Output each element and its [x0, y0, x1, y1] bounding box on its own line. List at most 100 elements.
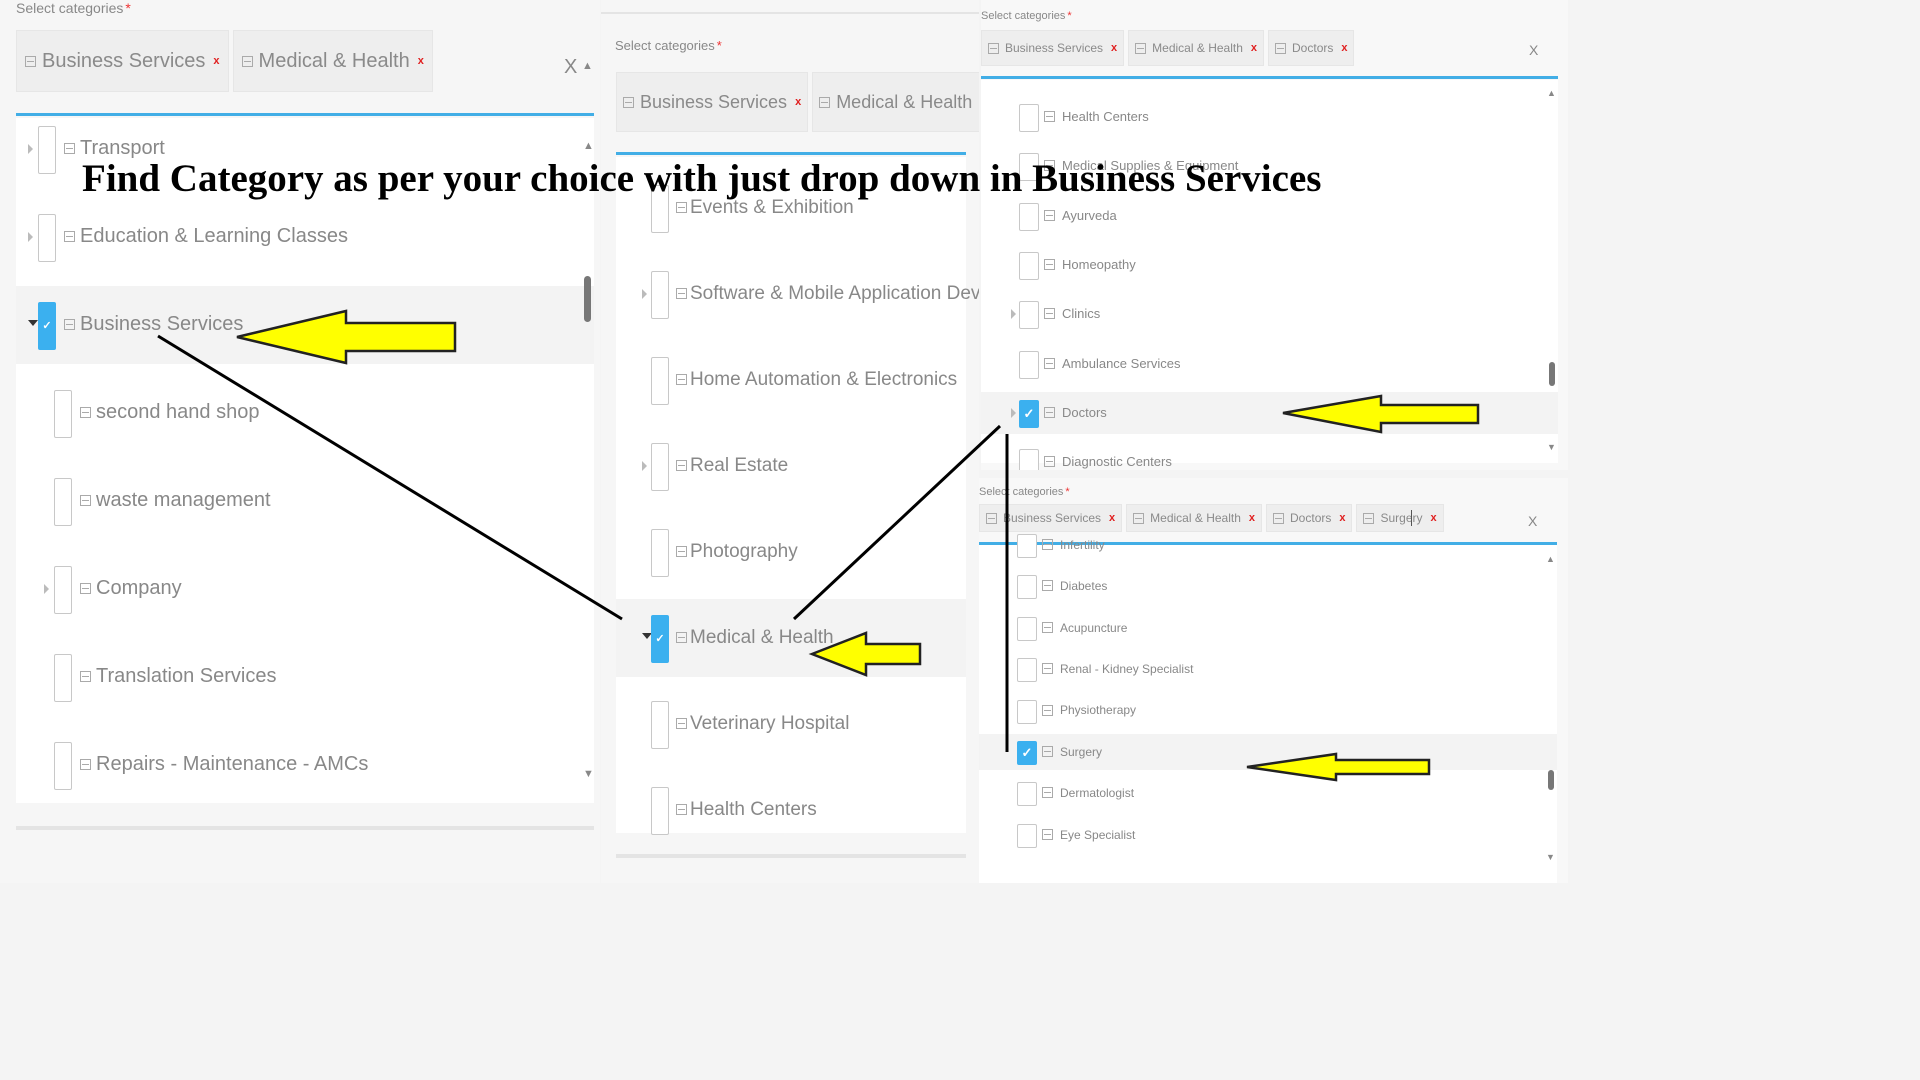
category-option-home-automation-electronics[interactable]: Home Automation & Electronics — [616, 341, 966, 419]
category-option-photography[interactable]: Photography — [616, 513, 966, 591]
caret-right-icon[interactable] — [1011, 407, 1016, 418]
divider — [616, 854, 966, 858]
scroll-up-icon[interactable]: ▲ — [1546, 554, 1555, 564]
image-placeholder-icon — [1042, 746, 1053, 757]
category-option-software-mobile-application-development[interactable]: Software & Mobile Application Developmen… — [616, 255, 979, 333]
checkbox-checked[interactable]: ✓ — [38, 302, 56, 350]
remove-tag-icon[interactable]: x — [1111, 42, 1117, 54]
checkbox[interactable] — [651, 701, 669, 749]
category-label: Physiotherapy — [1060, 703, 1137, 718]
caret-right-icon[interactable] — [1011, 309, 1016, 320]
category-label: Homeopathy — [1062, 257, 1136, 273]
checkbox[interactable] — [651, 529, 669, 577]
category-option-company[interactable]: Company — [16, 550, 594, 628]
checkbox-checked[interactable]: ✓ — [651, 615, 669, 663]
remove-tag-icon[interactable]: x — [1339, 512, 1345, 524]
caret-right-icon[interactable] — [642, 461, 647, 471]
category-option-surgery[interactable]: ✓ Surgery — [979, 734, 1557, 770]
checkbox[interactable] — [1019, 251, 1039, 280]
clear-all-button[interactable]: X — [1529, 42, 1538, 58]
checkbox[interactable] — [651, 443, 669, 491]
clear-all-button[interactable]: X — [564, 56, 577, 79]
category-option-homeopathy[interactable]: Homeopathy — [981, 244, 1558, 286]
scroll-up-icon[interactable]: ▲ — [583, 140, 594, 152]
category-option-health-centers[interactable]: Health Centers — [981, 96, 1558, 138]
remove-tag-icon[interactable]: x — [795, 96, 801, 108]
caret-right-icon[interactable] — [44, 584, 49, 594]
checkbox[interactable] — [651, 271, 669, 319]
checkbox[interactable] — [54, 566, 72, 614]
remove-tag-icon[interactable]: x — [1251, 42, 1257, 54]
checkbox[interactable] — [1019, 301, 1039, 330]
checkbox[interactable] — [1017, 616, 1037, 641]
category-option-second-hand-shop[interactable]: second hand shop — [16, 374, 594, 452]
text-cursor[interactable] — [1411, 510, 1412, 526]
scroll-down-icon[interactable]: ▼ — [1547, 442, 1556, 452]
category-option-education-learning-classes[interactable]: Education & Learning Classes — [16, 198, 594, 276]
remove-tag-icon[interactable]: x — [1431, 512, 1437, 524]
remove-tag-icon[interactable]: x — [1341, 42, 1347, 54]
category-option-doctors[interactable]: ✓ Doctors — [981, 391, 1558, 434]
category-dropdown-list: Health Centers Medical Supplies & Equipme… — [981, 80, 1558, 470]
category-option-real-estate[interactable]: Real Estate — [616, 427, 966, 505]
category-option-eye-specialist[interactable]: Eye Specialist — [979, 817, 1557, 853]
checkbox[interactable] — [38, 214, 56, 262]
category-option-diagnostic-centers[interactable]: Diagnostic Centers — [981, 441, 1558, 470]
tag-medical-health: Medical & Healthx — [812, 72, 979, 132]
checkbox[interactable] — [1017, 823, 1037, 848]
remove-tag-icon[interactable]: x — [1249, 512, 1255, 524]
checkbox[interactable] — [1017, 699, 1037, 724]
caret-right-icon[interactable] — [642, 289, 647, 299]
category-option-dermatologist[interactable]: Dermatologist — [979, 775, 1557, 811]
category-option-physiotherapy[interactable]: Physiotherapy — [979, 693, 1557, 729]
category-option-acupuncture[interactable]: Acupuncture — [979, 610, 1557, 646]
remove-tag-icon[interactable]: x — [1109, 512, 1115, 524]
caret-right-icon[interactable] — [28, 144, 33, 154]
checkbox[interactable] — [1019, 350, 1039, 379]
category-option-repairs-maintenance-amcs[interactable]: Repairs - Maintenance - AMCs — [16, 726, 594, 804]
caret-down-icon[interactable] — [28, 320, 38, 326]
checkbox[interactable] — [54, 390, 72, 438]
checkbox[interactable] — [1019, 449, 1039, 470]
checkbox[interactable] — [1017, 575, 1037, 600]
category-option-renal-kidney-specialist[interactable]: Renal - Kidney Specialist — [979, 651, 1557, 687]
checkbox[interactable] — [1019, 202, 1039, 231]
checkbox[interactable] — [651, 787, 669, 835]
checkbox[interactable] — [1017, 782, 1037, 807]
category-option-infertility[interactable]: Infertility — [979, 527, 1557, 563]
category-option-diabetes[interactable]: Diabetes — [979, 568, 1557, 604]
category-option-clinics[interactable]: Clinics — [981, 293, 1558, 335]
scroll-up-icon[interactable]: ▲ — [1547, 88, 1556, 98]
top-right-panel: Select categories * Business Services x Med… — [981, 0, 1568, 470]
focus-underline — [616, 152, 966, 155]
scroll-up-icon[interactable]: ▲ — [582, 60, 593, 72]
checkbox[interactable] — [1019, 104, 1039, 132]
scrollbar-thumb[interactable] — [1549, 362, 1555, 386]
category-option-waste-management[interactable]: waste management — [16, 462, 594, 540]
checkbox[interactable] — [54, 478, 72, 526]
image-placeholder-icon — [80, 671, 91, 682]
checkbox[interactable] — [651, 357, 669, 405]
scroll-down-icon[interactable]: ▼ — [583, 768, 594, 780]
checkbox-checked[interactable]: ✓ — [1017, 741, 1037, 765]
checkbox[interactable] — [1017, 658, 1037, 683]
category-option-veterinary-hospital[interactable]: Veterinary Hospital — [616, 685, 966, 763]
divider — [16, 826, 594, 830]
checkbox[interactable] — [38, 126, 56, 174]
category-option-ambulance-services[interactable]: Ambulance Services — [981, 343, 1558, 385]
image-placeholder-icon — [819, 96, 831, 108]
remove-tag-icon[interactable]: x — [213, 55, 219, 67]
checkbox-checked[interactable]: ✓ — [1019, 399, 1039, 428]
category-option-health-centers[interactable]: Health Centers — [616, 771, 966, 849]
checkbox[interactable] — [1017, 534, 1037, 558]
category-option-business-services[interactable]: ✓ Business Services — [16, 286, 594, 364]
remove-tag-icon[interactable]: x — [418, 55, 424, 67]
scrollbar-thumb[interactable] — [584, 276, 591, 322]
category-option-translation-services[interactable]: Translation Services — [16, 638, 594, 716]
scrollbar-thumb[interactable] — [1548, 770, 1554, 790]
checkbox[interactable] — [54, 742, 72, 790]
scroll-down-icon[interactable]: ▼ — [1546, 852, 1555, 862]
caret-right-icon[interactable] — [28, 232, 33, 242]
checkbox[interactable] — [54, 654, 72, 702]
category-option-medical-health[interactable]: ✓ Medical & Health — [616, 599, 966, 677]
